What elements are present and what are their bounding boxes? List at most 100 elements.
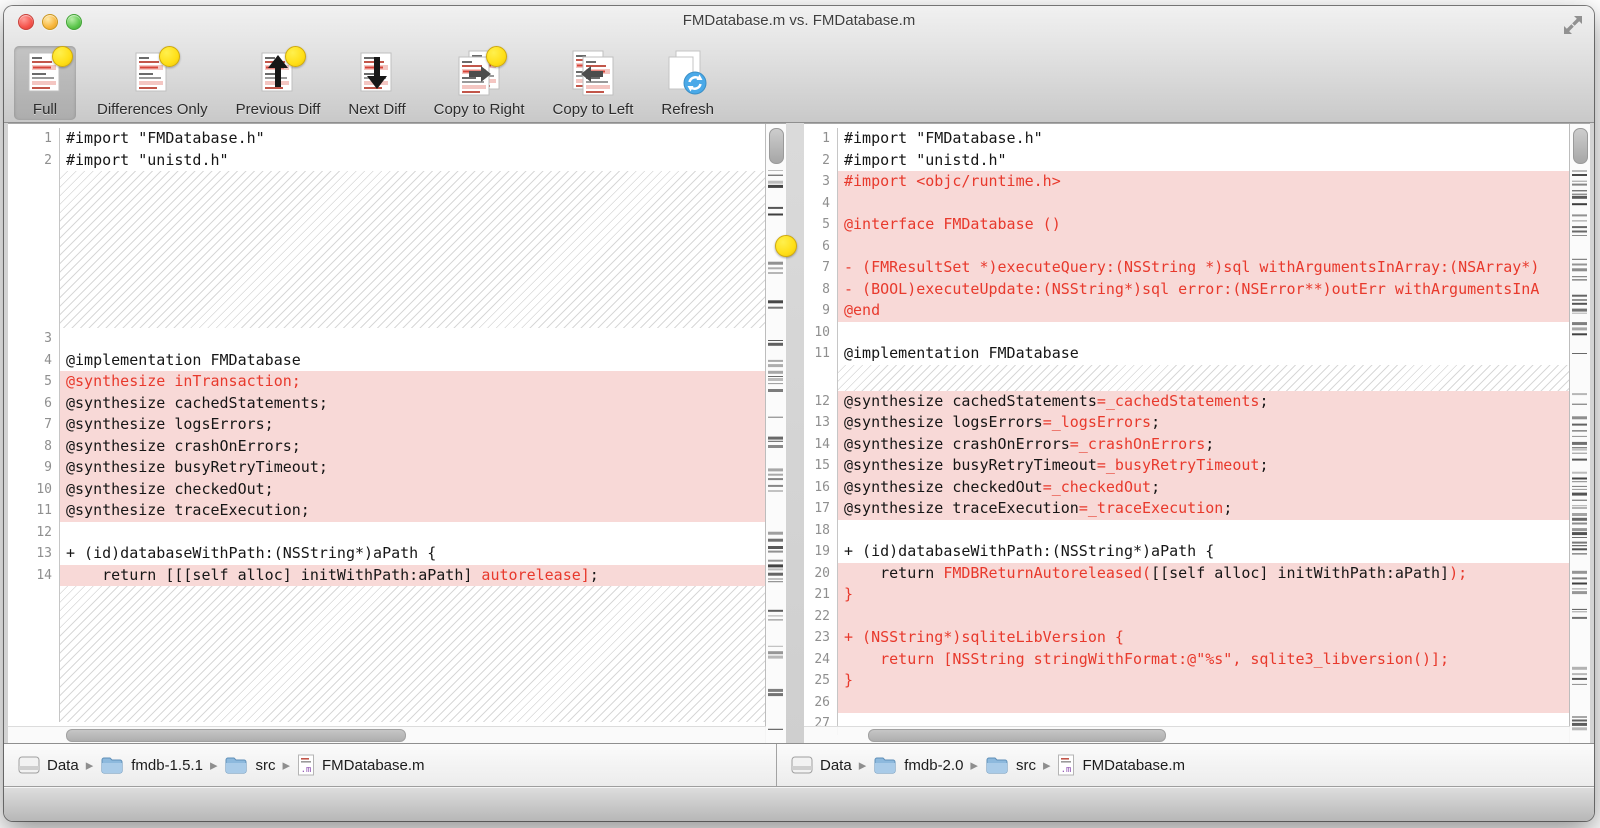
documents-refresh-icon xyxy=(664,49,712,99)
path-item-label: FMDatabase.m xyxy=(1082,757,1185,774)
documents-arrow-right-icon xyxy=(455,49,503,99)
code-text: @synthesize checkedOut; xyxy=(60,479,766,501)
right-overview-strip[interactable] xyxy=(1569,124,1590,743)
code-line: 4@implementation FMDatabase xyxy=(8,350,766,372)
toolbar-button-copy-to-right[interactable]: Copy to Right xyxy=(427,46,532,120)
line-number: 24 xyxy=(804,649,838,671)
path-item: .m FMDatabase.m xyxy=(1057,754,1185,776)
unsaved-changes-badge xyxy=(285,46,306,67)
code-line: 1#import "FMDatabase.h" xyxy=(804,128,1570,150)
line-number: 5 xyxy=(8,371,60,393)
folder-icon xyxy=(224,756,248,775)
line-number: 17 xyxy=(804,498,838,520)
code-line: 2#import "unistd.h" xyxy=(804,150,1570,172)
code-line: 8@synthesize crashOnErrors; xyxy=(8,436,766,458)
line-number: 10 xyxy=(804,322,838,344)
line-number-gutter xyxy=(8,171,60,328)
mfile-icon: .m xyxy=(297,754,315,776)
right-horizontal-scrollbar-thumb[interactable] xyxy=(868,729,1166,742)
right-file-pane[interactable]: 1#import "FMDatabase.h"2#import "unistd.… xyxy=(804,123,1590,743)
toolbar-button-copy-to-left[interactable]: Copy to Left xyxy=(546,46,641,120)
collapsed-lines-region xyxy=(804,365,1570,391)
line-number: 7 xyxy=(804,257,838,279)
code-text: return [NSString stringWithFormat:@"%s",… xyxy=(838,649,1570,671)
code-text: return [[[self alloc] initWithPath:aPath… xyxy=(60,565,766,587)
document-arrow-down-icon xyxy=(353,49,401,99)
code-line: 5@interface FMDatabase () xyxy=(804,214,1570,236)
line-number: 26 xyxy=(804,692,838,714)
line-number: 11 xyxy=(804,343,838,365)
hatch-pattern xyxy=(838,365,1570,391)
code-line: 13@synthesize logsErrors=_logsErrors; xyxy=(804,412,1570,434)
right-horizontal-scrollbar[interactable] xyxy=(804,726,1570,743)
code-line: 17@synthesize traceExecution=_traceExecu… xyxy=(804,498,1570,520)
line-number: 1 xyxy=(804,128,838,150)
left-code-area[interactable]: 1#import "FMDatabase.h"2#import "unistd.… xyxy=(8,124,766,743)
toolbar-button-refresh[interactable]: Refresh xyxy=(654,46,721,120)
pane-divider xyxy=(786,123,804,743)
code-line: 15@synthesize busyRetryTimeout=_busyRetr… xyxy=(804,455,1570,477)
code-text xyxy=(60,328,766,350)
disk-icon xyxy=(18,755,40,775)
code-text xyxy=(838,520,1570,542)
path-item: Data xyxy=(18,755,79,775)
left-vertical-scrollbar-thumb[interactable] xyxy=(769,128,784,164)
code-line: 5@synthesize inTransaction; xyxy=(8,371,766,393)
line-number: 25 xyxy=(804,670,838,692)
line-number: 3 xyxy=(804,171,838,193)
code-text xyxy=(60,522,766,544)
line-number: 9 xyxy=(804,300,838,322)
line-number: 14 xyxy=(8,565,60,587)
line-number: 12 xyxy=(8,522,60,544)
code-line: 19+ (id)databaseWithPath:(NSString*)aPat… xyxy=(804,541,1570,563)
code-line: 7@synthesize logsErrors; xyxy=(8,414,766,436)
right-code-area[interactable]: 1#import "FMDatabase.h"2#import "unistd.… xyxy=(804,124,1570,743)
disk-icon xyxy=(791,755,813,775)
path-item-label: src xyxy=(255,757,275,774)
diff-content: 1#import "FMDatabase.h"2#import "unistd.… xyxy=(4,123,1594,743)
line-number: 1 xyxy=(8,128,60,150)
path-item-label: fmdb-2.0 xyxy=(904,757,963,774)
svg-text:.m: .m xyxy=(1061,765,1072,775)
toolbar-button-full[interactable]: Full xyxy=(14,46,76,120)
left-horizontal-scrollbar-thumb[interactable] xyxy=(66,729,406,742)
path-separator-chevron: ▸ xyxy=(282,756,290,774)
folder-icon xyxy=(985,756,1009,775)
code-text: #import "unistd.h" xyxy=(60,150,766,172)
right-vertical-scrollbar-thumb[interactable] xyxy=(1573,128,1588,164)
code-line: 25} xyxy=(804,670,1570,692)
collapsed-lines-region xyxy=(8,586,766,722)
line-number: 7 xyxy=(8,414,60,436)
left-file-pane[interactable]: 1#import "FMDatabase.h"2#import "unistd.… xyxy=(8,123,786,743)
path-item: fmdb-1.5.1 xyxy=(100,756,203,775)
fullscreen-icon[interactable] xyxy=(1562,14,1584,36)
unsaved-changes-badge xyxy=(486,46,507,67)
code-text: @end xyxy=(838,300,1570,322)
path-separator-chevron: ▸ xyxy=(210,756,218,774)
line-number: 8 xyxy=(8,436,60,458)
toolbar-button-next-diff[interactable]: Next Diff xyxy=(341,46,412,120)
toolbar-button-differences-only[interactable]: Differences Only xyxy=(90,46,215,120)
line-number: 11 xyxy=(8,500,60,522)
line-number: 13 xyxy=(804,412,838,434)
unsaved-changes-badge xyxy=(52,46,73,67)
left-overview-strip[interactable] xyxy=(765,124,786,743)
path-item: fmdb-2.0 xyxy=(873,756,963,775)
code-line: 26 xyxy=(804,692,1570,714)
code-line: 18 xyxy=(804,520,1570,542)
hatch-pattern xyxy=(60,171,766,328)
toolbar-button-label: Copy to Left xyxy=(553,101,634,118)
code-line: 16@synthesize checkedOut=_checkedOut; xyxy=(804,477,1570,499)
code-text: @synthesize inTransaction; xyxy=(60,371,766,393)
code-text xyxy=(838,606,1570,628)
code-text: @interface FMDatabase () xyxy=(838,214,1570,236)
left-horizontal-scrollbar[interactable] xyxy=(8,726,766,743)
toolbar-button-label: Next Diff xyxy=(348,101,405,118)
line-number: 2 xyxy=(8,150,60,172)
toolbar-button-previous-diff[interactable]: Previous Diff xyxy=(229,46,328,120)
code-text: #import "unistd.h" xyxy=(838,150,1570,172)
screen: FMDatabase.m vs. FMDatabase.m Full Diffe… xyxy=(0,0,1600,828)
toolbar-button-label: Previous Diff xyxy=(236,101,321,118)
left-file-path: Data▸fmdb-1.5.1▸src▸.mFMDatabase.m xyxy=(4,744,777,786)
current-diff-marker[interactable] xyxy=(775,235,797,257)
